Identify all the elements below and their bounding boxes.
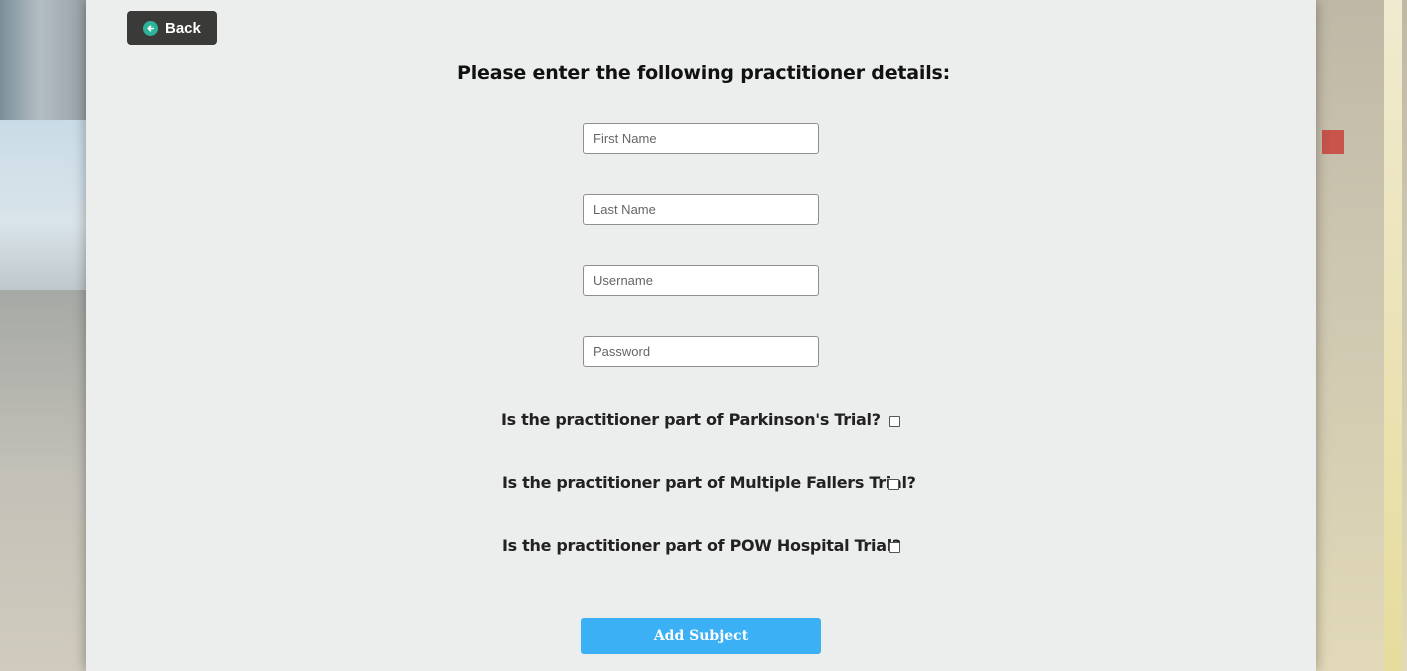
- pow-hospital-trial-row: Is the practitioner part of POW Hospital…: [502, 536, 912, 556]
- pow-hospital-trial-checkbox[interactable]: [889, 542, 900, 553]
- parkinsons-trial-row: Is the practitioner part of Parkinson's …: [501, 410, 911, 430]
- last-name-input[interactable]: [583, 194, 819, 225]
- first-name-input[interactable]: [583, 123, 819, 154]
- background-window: [0, 120, 86, 290]
- background-door: [1384, 0, 1402, 671]
- multiple-fallers-trial-row: Is the practitioner part of Multiple Fal…: [502, 473, 916, 493]
- background-sign: [1322, 130, 1344, 154]
- back-button[interactable]: Back: [127, 11, 217, 45]
- multiple-fallers-trial-checkbox[interactable]: [888, 479, 899, 490]
- add-subject-button-label: Add Subject: [653, 628, 749, 644]
- add-subject-button[interactable]: Add Subject: [581, 618, 821, 654]
- page-title: Please enter the following practitioner …: [456, 62, 951, 84]
- password-input[interactable]: [583, 336, 819, 367]
- multiple-fallers-trial-label: Is the practitioner part of Multiple Fal…: [502, 473, 916, 492]
- parkinsons-trial-checkbox[interactable]: [889, 416, 900, 427]
- parkinsons-trial-label: Is the practitioner part of Parkinson's …: [501, 410, 881, 429]
- pow-hospital-trial-label: Is the practitioner part of POW Hospital…: [502, 536, 901, 555]
- background-floor: [0, 290, 86, 671]
- back-button-label: Back: [165, 19, 201, 37]
- back-arrow-circle-icon: [143, 20, 158, 36]
- username-input[interactable]: [583, 265, 819, 296]
